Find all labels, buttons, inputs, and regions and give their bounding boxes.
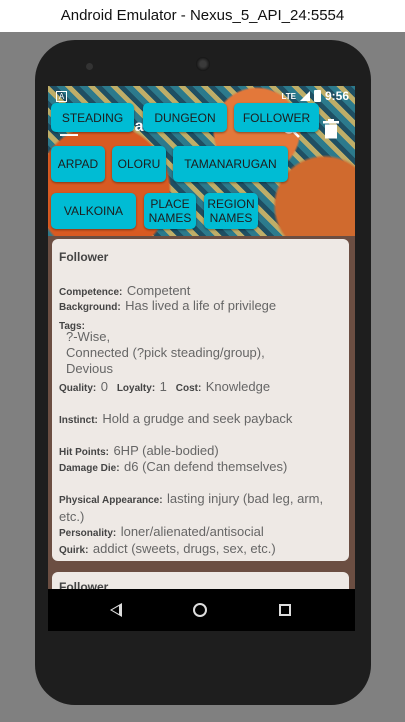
quirk-value: addict (sweets, drugs, sex, etc.) xyxy=(92,541,276,556)
loyalty-label: Loyalty: xyxy=(116,383,156,394)
results-list[interactable]: Follower Competence: Competent Backgroun… xyxy=(48,236,355,589)
notification-icon: A xyxy=(56,91,67,102)
hp-label: Hit Points: xyxy=(59,447,109,458)
tag-item: ?-Wise, xyxy=(66,329,111,344)
background-value: Has lived a life of privilege xyxy=(125,298,277,313)
card-title: Follower xyxy=(59,580,109,589)
region-names-button[interactable]: REGION NAMES xyxy=(204,193,258,229)
damage-value: d6 (Can defend themselves) xyxy=(124,459,288,474)
tag-item: Connected (?pick steading/group), xyxy=(66,345,265,360)
cost-value: Knowledge xyxy=(205,379,271,394)
cost-label: Cost: xyxy=(175,383,202,394)
background-label: Background: xyxy=(59,302,121,313)
hp-value: 6HP (able-bodied) xyxy=(113,443,219,458)
navigation-bar xyxy=(48,589,355,631)
home-icon[interactable] xyxy=(193,603,207,617)
competence-value: Competent xyxy=(126,283,191,298)
signal-icon xyxy=(299,91,310,101)
trash-icon[interactable] xyxy=(323,119,339,139)
dungeon-button[interactable]: DUNGEON xyxy=(143,103,227,132)
card-title: Follower xyxy=(59,250,109,264)
follower-button[interactable]: FOLLOWER xyxy=(234,103,319,132)
appearance-label: Physical Appearance: xyxy=(59,495,163,506)
follower-card[interactable]: Follower Competence: Competent Backgroun… xyxy=(52,239,349,561)
personality-value: loner/alienated/antisocial xyxy=(120,524,264,539)
follower-card[interactable]: Follower xyxy=(52,572,349,589)
camera-icon xyxy=(86,63,93,70)
window-title: Android Emulator - Nexus_5_API_24:5554 xyxy=(0,0,405,32)
back-icon[interactable] xyxy=(110,603,122,617)
steading-button[interactable]: STEADING xyxy=(51,103,134,132)
oloru-button[interactable]: OLORU xyxy=(112,146,166,182)
instinct-value: Hold a grudge and seek payback xyxy=(102,411,293,426)
quirk-label: Quirk: xyxy=(59,545,89,556)
arpad-button[interactable]: ARPAD xyxy=(51,146,105,182)
valkoina-button[interactable]: VALKOINA xyxy=(51,193,136,229)
quality-value: 0 xyxy=(100,379,108,394)
place-names-button[interactable]: PLACE NAMES xyxy=(144,193,196,229)
status-time: 9:56 xyxy=(324,89,349,103)
battery-icon xyxy=(313,90,321,102)
tamanarugan-button[interactable]: TAMANARUGAN xyxy=(173,146,288,182)
recents-icon[interactable] xyxy=(279,604,291,616)
loyalty-value: 1 xyxy=(159,379,167,394)
network-type: LTE xyxy=(281,91,296,101)
device-screen: A LTE 9:56 Create & Name STEADING DUNGEO… xyxy=(48,86,355,631)
personality-label: Personality: xyxy=(59,528,117,539)
instinct-label: Instinct: xyxy=(59,415,98,426)
damage-label: Damage Die: xyxy=(59,463,120,474)
speaker-icon xyxy=(196,57,210,71)
tag-item: Devious xyxy=(66,361,113,376)
quality-label: Quality: xyxy=(59,383,97,394)
